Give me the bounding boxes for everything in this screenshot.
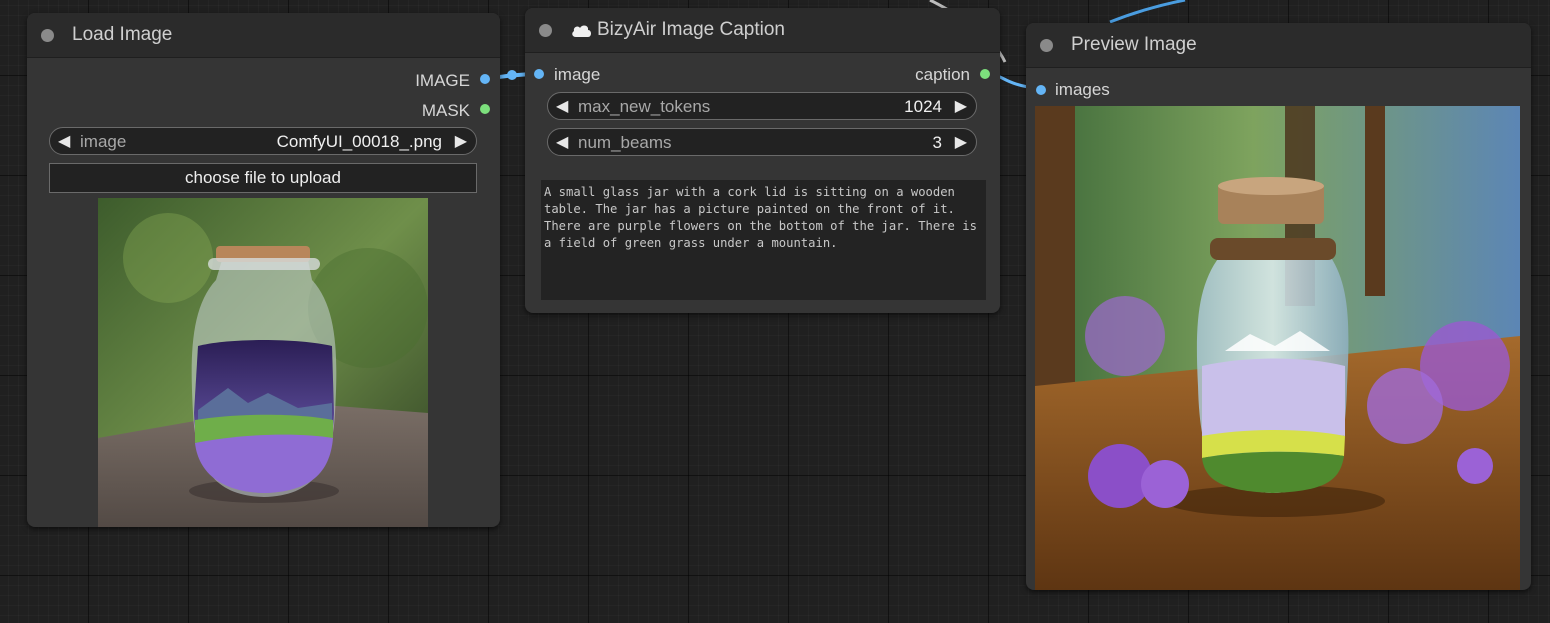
input-label-images: images bbox=[1055, 80, 1110, 99]
num-beams-widget[interactable]: ◀ num_beams 3 ▶ bbox=[547, 128, 977, 156]
output-slot-caption[interactable] bbox=[980, 69, 990, 79]
preview-image-output bbox=[1035, 106, 1520, 590]
link-midpoint bbox=[507, 70, 517, 80]
arrow-left-icon[interactable]: ◀ bbox=[556, 96, 568, 116]
output-slot-mask[interactable] bbox=[480, 104, 490, 114]
input-label-image: image bbox=[554, 65, 601, 84]
widget-name: image bbox=[80, 132, 127, 151]
node-title: BizyAir Image Caption bbox=[597, 19, 785, 40]
output-label-caption: caption bbox=[915, 65, 970, 84]
image-combo-widget[interactable]: ◀ image ComfyUI_00018_.png ▶ bbox=[49, 127, 477, 155]
caption-text-area[interactable]: A small glass jar with a cork lid is sit… bbox=[541, 180, 986, 300]
cloud-icon bbox=[572, 25, 591, 37]
preview-title-bar[interactable]: Preview Image bbox=[1026, 23, 1531, 68]
load-image-title-bar[interactable]: Load Image bbox=[27, 13, 500, 58]
node-title: Preview Image bbox=[1071, 34, 1197, 55]
bizyair-caption-node[interactable]: BizyAir Image Caption image caption ◀ ma… bbox=[525, 8, 1000, 313]
load-image-node[interactable]: Load Image IMAGE MASK ◀ image ComfyUI_00… bbox=[27, 13, 500, 527]
link-offscreen-blue bbox=[1109, 0, 1186, 24]
widget-value: 3 bbox=[932, 133, 942, 152]
collapse-dot[interactable] bbox=[539, 24, 552, 37]
arrow-left-icon[interactable]: ◀ bbox=[58, 131, 70, 151]
choose-file-button[interactable]: choose file to upload bbox=[49, 163, 477, 193]
preview-image-node[interactable]: Preview Image images bbox=[1026, 23, 1531, 590]
arrow-right-icon[interactable]: ▶ bbox=[955, 132, 967, 152]
widget-value: 1024 bbox=[904, 97, 942, 116]
widget-name: num_beams bbox=[578, 133, 672, 152]
arrow-right-icon[interactable]: ▶ bbox=[955, 96, 967, 116]
max-new-tokens-widget[interactable]: ◀ max_new_tokens 1024 ▶ bbox=[547, 92, 977, 120]
arrow-left-icon[interactable]: ◀ bbox=[556, 132, 568, 152]
collapse-dot[interactable] bbox=[1040, 39, 1053, 52]
input-slot-image[interactable] bbox=[534, 69, 544, 79]
widget-name: max_new_tokens bbox=[578, 97, 711, 116]
loaded-image-preview bbox=[98, 198, 428, 527]
node-title: Load Image bbox=[72, 24, 173, 45]
arrow-right-icon[interactable]: ▶ bbox=[455, 131, 467, 151]
caption-title-bar[interactable]: BizyAir Image Caption bbox=[525, 8, 1000, 53]
input-slot-images[interactable] bbox=[1036, 85, 1046, 95]
output-label-mask: MASK bbox=[421, 101, 470, 120]
output-slot-image[interactable] bbox=[480, 74, 490, 84]
output-label-image: IMAGE bbox=[415, 71, 470, 90]
collapse-dot[interactable] bbox=[41, 29, 54, 42]
widget-value: ComfyUI_00018_.png bbox=[276, 132, 442, 151]
